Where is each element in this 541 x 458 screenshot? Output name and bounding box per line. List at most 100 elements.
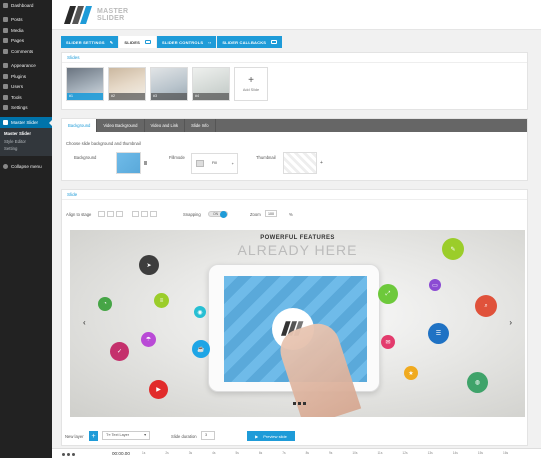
card-icon[interactable]: ▭ <box>429 279 441 291</box>
align-right-button[interactable] <box>116 211 123 217</box>
sidebar-item-dashboard[interactable]: Dashboard <box>0 0 52 11</box>
trash-icon[interactable] <box>144 161 147 165</box>
plugin-header: MASTER SLIDER <box>52 0 541 30</box>
sidebar-item-settings[interactable]: Settings <box>0 103 52 114</box>
tab-slide-info[interactable]: Slide Info <box>185 119 216 132</box>
snapping-toggle[interactable]: ON <box>208 211 228 218</box>
search-icon[interactable]: ⌕ <box>475 295 497 317</box>
timeline-tick: 9s <box>329 451 333 455</box>
sidebar-item-master-slider[interactable]: Master Slider <box>0 117 52 128</box>
duration-input[interactable]: 3 <box>201 431 215 440</box>
chat-icon[interactable]: ✉ <box>381 335 395 349</box>
wrench-icon <box>3 94 8 100</box>
slide-thumb[interactable]: #2 <box>108 67 146 101</box>
sidebar-item-plugins[interactable]: Plugins <box>0 71 52 82</box>
wrench-icon: ✎ <box>109 39 114 45</box>
tab-slider-controls[interactable]: SLIDER CONTROLS ‹› <box>157 36 217 48</box>
plus-icon: + <box>248 75 254 86</box>
rocket-icon[interactable]: ➤ <box>139 255 159 275</box>
sidebar-item-label: Appearance <box>11 63 36 69</box>
slide-settings-panel: Background Video Background Video and Li… <box>61 118 528 181</box>
plus-icon[interactable]: + <box>320 160 323 166</box>
sidebar-item-tools[interactable]: Tools <box>0 92 52 103</box>
background-hint: Choose slide background and thumbnail <box>66 141 141 146</box>
sidebar-item-users[interactable]: Users <box>0 82 52 93</box>
expand-icon[interactable]: ⤢ <box>378 284 398 304</box>
submenu-setting[interactable]: Setting <box>0 145 52 153</box>
layers-icon[interactable]: ≡ <box>154 293 169 308</box>
thumbnail-picker[interactable] <box>283 152 317 174</box>
timeline-time: 00:00.00 <box>112 451 130 456</box>
submenu-master-slider[interactable]: Master Slider <box>0 130 52 138</box>
fillmode-label: Fillmode <box>169 155 185 160</box>
sidebar-item-label: Master Slider <box>11 119 39 125</box>
slide-thumb[interactable]: #3 <box>150 67 188 101</box>
tab-slider-settings[interactable]: SLIDER SETTINGS ✎ <box>61 36 119 48</box>
sidebar-item-label: Tools <box>11 94 22 100</box>
sidebar-item-appearance[interactable]: Appearance <box>0 61 52 72</box>
slide-stage[interactable]: POWERFUL FEATURES ALREADY HERE ‹ › ➤ ◔ ≡… <box>70 230 525 417</box>
fillmode-value: Fill <box>212 161 217 165</box>
sidebar-item-label: Comments <box>11 48 34 54</box>
timeline-tick: 14s <box>452 451 458 455</box>
coffee-icon[interactable]: ☕ <box>192 340 210 358</box>
preview-slide-button[interactable]: ▶ Preview slide <box>247 431 295 441</box>
add-slide-button[interactable]: + Add Slide <box>234 67 268 101</box>
fillmode-select[interactable]: Fill + <box>191 153 238 174</box>
align-bottom-button[interactable] <box>150 211 157 217</box>
collapse-menu-button[interactable]: Collapse menu <box>0 161 52 172</box>
main-tabs: SLIDER SETTINGS ✎ SLIDES SLIDER CONTROLS ‹… <box>61 36 283 48</box>
timeline-ruler: 1s 2s 3s 4s 5s 6s 7s 8s 9s 10s 11s 12s 13s 14s 15s 16s <box>142 451 508 455</box>
timeline-controls[interactable] <box>62 453 75 456</box>
align-middle-button[interactable] <box>141 211 148 217</box>
sidebar-item-label: Pages <box>11 38 25 44</box>
tab-background[interactable]: Background <box>62 119 98 132</box>
dashboard-icon[interactable]: ◔ <box>98 297 112 311</box>
youtube-icon[interactable]: ▶ <box>149 380 168 399</box>
prev-arrow-icon[interactable]: ‹ <box>83 318 86 327</box>
eye-icon[interactable]: ◉ <box>194 306 206 318</box>
timeline-tick: 5s <box>235 451 239 455</box>
sidebar-item-label: Dashboard <box>11 2 34 8</box>
align-left-button[interactable] <box>98 211 105 217</box>
align-top-button[interactable] <box>132 211 139 217</box>
sidebar-item-pages[interactable]: Pages <box>0 36 52 47</box>
background-image-picker[interactable] <box>116 152 141 174</box>
tab-video-and-link[interactable]: Video and Link <box>145 119 186 132</box>
slide-number: #1 <box>67 93 103 100</box>
sidebar-item-comments[interactable]: Comments <box>0 46 52 57</box>
checkbox-icon[interactable]: ✓ <box>110 342 129 361</box>
slides-panel: Slides #1 #2 #3 #4 + Add Slide <box>61 52 528 110</box>
slide-thumb[interactable]: #4 <box>192 67 230 101</box>
timeline[interactable]: 00:00.00 1s 2s 3s 4s 5s 6s 7s 8s 9s 10s 11s 12s 13s 1… <box>52 448 541 458</box>
sidebar-item-media[interactable]: Media <box>0 25 52 36</box>
umbrella-icon[interactable]: ☂ <box>141 332 156 347</box>
wrench-icon[interactable]: ✎ <box>442 238 464 260</box>
brush-icon <box>3 63 8 69</box>
align-center-button[interactable] <box>107 211 114 217</box>
sidebar-item-label: Media <box>11 27 24 33</box>
slide-number: #2 <box>109 93 145 100</box>
tab-video-background[interactable]: Video Background <box>97 119 145 132</box>
star-icon[interactable]: ★ <box>404 366 418 380</box>
align-label: Align to stage <box>66 212 92 217</box>
globe-icon[interactable]: ◍ <box>467 372 488 393</box>
sidebar-item-label: Posts <box>11 17 23 23</box>
tab-slider-callbacks[interactable]: SLIDER CALLBACKS <box>217 36 283 48</box>
zoom-input[interactable]: 100 <box>265 210 277 217</box>
timeline-tick: 2s <box>165 451 169 455</box>
resize-handles[interactable] <box>293 402 311 406</box>
zoom-label: Zoom <box>250 212 261 217</box>
timeline-tick: 16s <box>502 451 509 455</box>
tab-slides[interactable]: SLIDES <box>119 36 156 48</box>
sidebar-item-posts[interactable]: Posts <box>0 15 52 26</box>
slide-thumb[interactable]: #1 <box>66 67 104 101</box>
arrows-icon: ‹› <box>208 39 212 45</box>
next-arrow-icon[interactable]: › <box>509 318 512 327</box>
add-layer-button[interactable]: + <box>89 431 98 441</box>
submenu-style-editor[interactable]: Style Editor <box>0 137 52 145</box>
sidebar-item-label: Users <box>11 84 23 90</box>
layer-type-select[interactable]: T≡ Text Layer ▾ <box>102 431 150 440</box>
list-icon[interactable]: ☰ <box>428 323 449 344</box>
pin-icon <box>3 17 8 23</box>
